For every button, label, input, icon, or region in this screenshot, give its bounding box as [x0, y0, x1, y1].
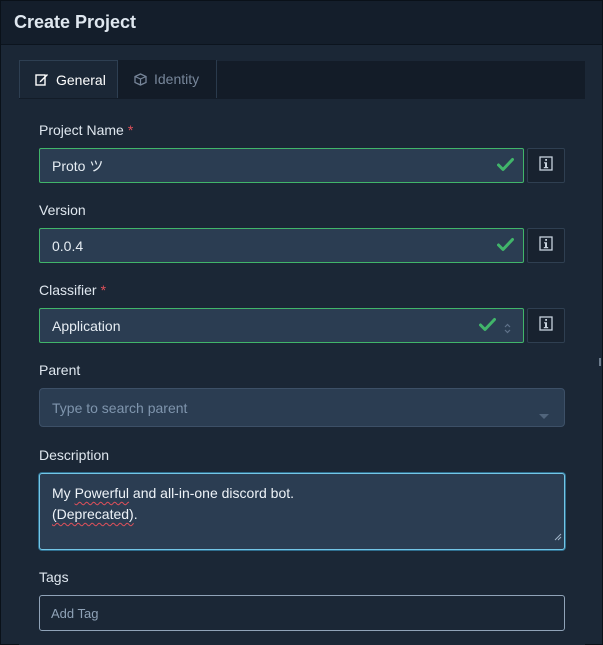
tab-identity-label: Identity — [154, 71, 200, 87]
parent-placeholder: Type to search parent — [52, 399, 188, 416]
version-input[interactable]: 0.0.4 — [39, 228, 524, 263]
classifier-info-button[interactable] — [527, 308, 565, 343]
classifier-label: Classifier * — [39, 282, 106, 298]
description-textarea[interactable]: My Powerful and all-in-one discord bot. … — [39, 473, 565, 550]
tags-input[interactable]: Add Tag — [39, 595, 565, 631]
check-icon — [479, 317, 496, 335]
info-icon — [539, 155, 553, 176]
parent-search-input[interactable]: Type to search parent — [39, 388, 565, 427]
tab-identity[interactable]: Identity — [118, 60, 217, 98]
classifier-label-text: Classifier — [39, 282, 97, 298]
create-project-dialog: Create Project General Identity Project … — [0, 0, 603, 645]
misspelled-word: Powerful — [74, 485, 130, 501]
tags-placeholder: Add Tag — [51, 605, 99, 621]
parent-label-text: Parent — [39, 362, 81, 378]
info-icon — [539, 235, 553, 256]
cube-icon — [134, 72, 147, 86]
classifier-value: Application — [52, 317, 121, 334]
info-icon — [539, 315, 553, 336]
project-name-value: Proto ツ — [52, 157, 104, 174]
required-mark: * — [100, 282, 107, 298]
version-info-button[interactable] — [527, 228, 565, 263]
parent-label: Parent — [39, 362, 80, 378]
tags-label: Tags — [39, 569, 69, 585]
version-label-text: Version — [39, 202, 86, 218]
project-name-label-text: Project Name — [39, 122, 124, 138]
version-label: Version — [39, 202, 86, 218]
description-label: Description — [39, 447, 109, 463]
description-line-2: (Deprecated). — [52, 504, 552, 525]
scroll-edge-marker — [599, 358, 601, 366]
description-text: My — [52, 485, 75, 501]
dialog-header: Create Project — [1, 1, 602, 45]
classifier-select[interactable]: Application — [39, 308, 524, 343]
edit-icon — [35, 73, 49, 86]
tab-general[interactable]: General — [19, 60, 118, 98]
tags-label-text: Tags — [39, 569, 69, 585]
misspelled-word: (Deprecated) — [52, 506, 134, 522]
required-mark: * — [127, 122, 134, 138]
project-name-label: Project Name * — [39, 122, 133, 138]
resize-handle-icon[interactable] — [554, 526, 562, 547]
dialog-title: Create Project — [14, 12, 137, 32]
check-icon — [497, 157, 514, 175]
description-text: . — [133, 506, 138, 522]
tab-strip: General Identity — [19, 60, 585, 99]
general-panel: Project Name * Proto ツ Version 0.0.4 Cla… — [19, 99, 585, 645]
description-label-text: Description — [39, 447, 110, 463]
description-text: and all-in-one discord bot. — [129, 485, 295, 501]
tab-general-label: General — [56, 71, 106, 88]
check-icon — [497, 237, 514, 255]
description-line-1: My Powerful and all-in-one discord bot. — [52, 483, 552, 504]
select-arrows-icon — [504, 321, 511, 337]
project-name-info-button[interactable] — [527, 148, 565, 183]
project-name-input[interactable]: Proto ツ — [39, 148, 524, 183]
version-value: 0.0.4 — [52, 237, 84, 254]
chevron-down-icon[interactable] — [539, 406, 549, 422]
